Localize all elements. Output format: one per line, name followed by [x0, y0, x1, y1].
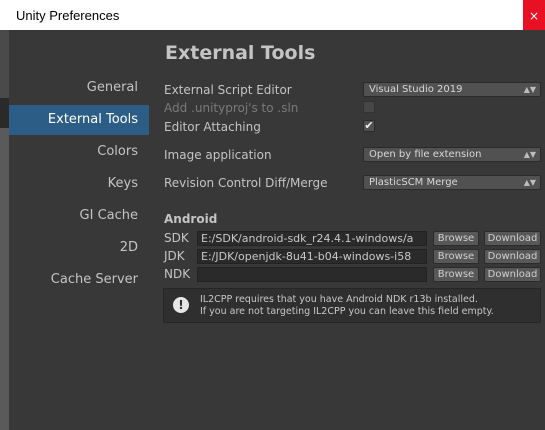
- sidebar-item-cache-server[interactable]: Cache Server: [9, 265, 149, 295]
- jdk-download-button[interactable]: Download: [484, 249, 541, 264]
- ndk-path-field[interactable]: [197, 267, 427, 282]
- warning-icon: !: [173, 297, 189, 313]
- ndk-download-button[interactable]: Download: [484, 267, 541, 282]
- sidebar-item-keys[interactable]: Keys: [9, 169, 149, 199]
- background-window-edge-light: [0, 128, 9, 430]
- ndk-label: NDK: [164, 267, 191, 281]
- ndk-browse-button[interactable]: Browse: [433, 267, 479, 282]
- sdk-label: SDK: [164, 231, 189, 245]
- editor-attaching-label: Editor Attaching: [164, 120, 261, 134]
- sidebar-item-external-tools[interactable]: External Tools: [9, 105, 149, 135]
- external-script-editor-dropdown[interactable]: Visual Studio 2019 ▲▼: [363, 82, 541, 97]
- sdk-download-button[interactable]: Download: [484, 231, 541, 246]
- dropdown-arrow-icon: ▲▼: [523, 178, 536, 187]
- image-application-value: Open by file extension: [369, 149, 482, 160]
- jdk-browse-button[interactable]: Browse: [433, 249, 479, 264]
- add-unityproj-checkbox: [363, 101, 375, 113]
- window-title-bar: Unity Preferences ×: [0, 0, 545, 31]
- sidebar-item-general[interactable]: General: [9, 73, 149, 103]
- external-script-editor-value: Visual Studio 2019: [369, 84, 463, 95]
- image-application-dropdown[interactable]: Open by file extension ▲▼: [363, 147, 541, 162]
- sdk-path-field[interactable]: E:/SDK/android-sdk_r24.4.1-windows/a: [197, 231, 427, 246]
- external-script-editor-label: External Script Editor: [164, 83, 292, 97]
- help-text-line-1: IL2CPP requires that you have Android ND…: [200, 294, 478, 305]
- dropdown-arrow-icon: ▲▼: [523, 150, 536, 159]
- ndk-help-box: ! IL2CPP requires that you have Android …: [163, 288, 541, 323]
- android-section-title: Android: [164, 212, 218, 226]
- close-icon[interactable]: ×: [523, 0, 545, 30]
- revision-control-label: Revision Control Diff/Merge: [164, 176, 328, 190]
- sidebar-item-colors[interactable]: Colors: [9, 137, 149, 167]
- jdk-path-field[interactable]: E:/JDK/openjdk-8u41-b04-windows-i58: [197, 249, 427, 264]
- window-title: Unity Preferences: [16, 8, 120, 23]
- preferences-sidebar: General External Tools Colors Keys GI Ca…: [9, 30, 149, 430]
- sidebar-item-2d[interactable]: 2D: [9, 233, 149, 263]
- add-unityproj-label: Add .unityproj's to .sln: [164, 101, 299, 115]
- sdk-browse-button[interactable]: Browse: [433, 231, 479, 246]
- help-text-line-2: If you are not targeting IL2CPP you can …: [200, 306, 494, 317]
- revision-control-value: PlasticSCM Merge: [369, 177, 458, 188]
- jdk-label: JDK: [164, 249, 185, 263]
- image-application-label: Image application: [164, 148, 272, 162]
- dropdown-arrow-icon: ▲▼: [523, 85, 536, 94]
- sidebar-item-gi-cache[interactable]: GI Cache: [9, 201, 149, 231]
- page-title: External Tools: [165, 42, 316, 64]
- editor-attaching-checkbox[interactable]: ✔: [363, 120, 375, 132]
- background-window-edge-dark: [0, 98, 9, 128]
- background-window-edge: [0, 30, 9, 430]
- checkmark-icon: ✔: [364, 119, 374, 132]
- revision-control-dropdown[interactable]: PlasticSCM Merge ▲▼: [363, 175, 541, 190]
- preferences-content: External Tools External Script Editor Vi…: [149, 30, 545, 430]
